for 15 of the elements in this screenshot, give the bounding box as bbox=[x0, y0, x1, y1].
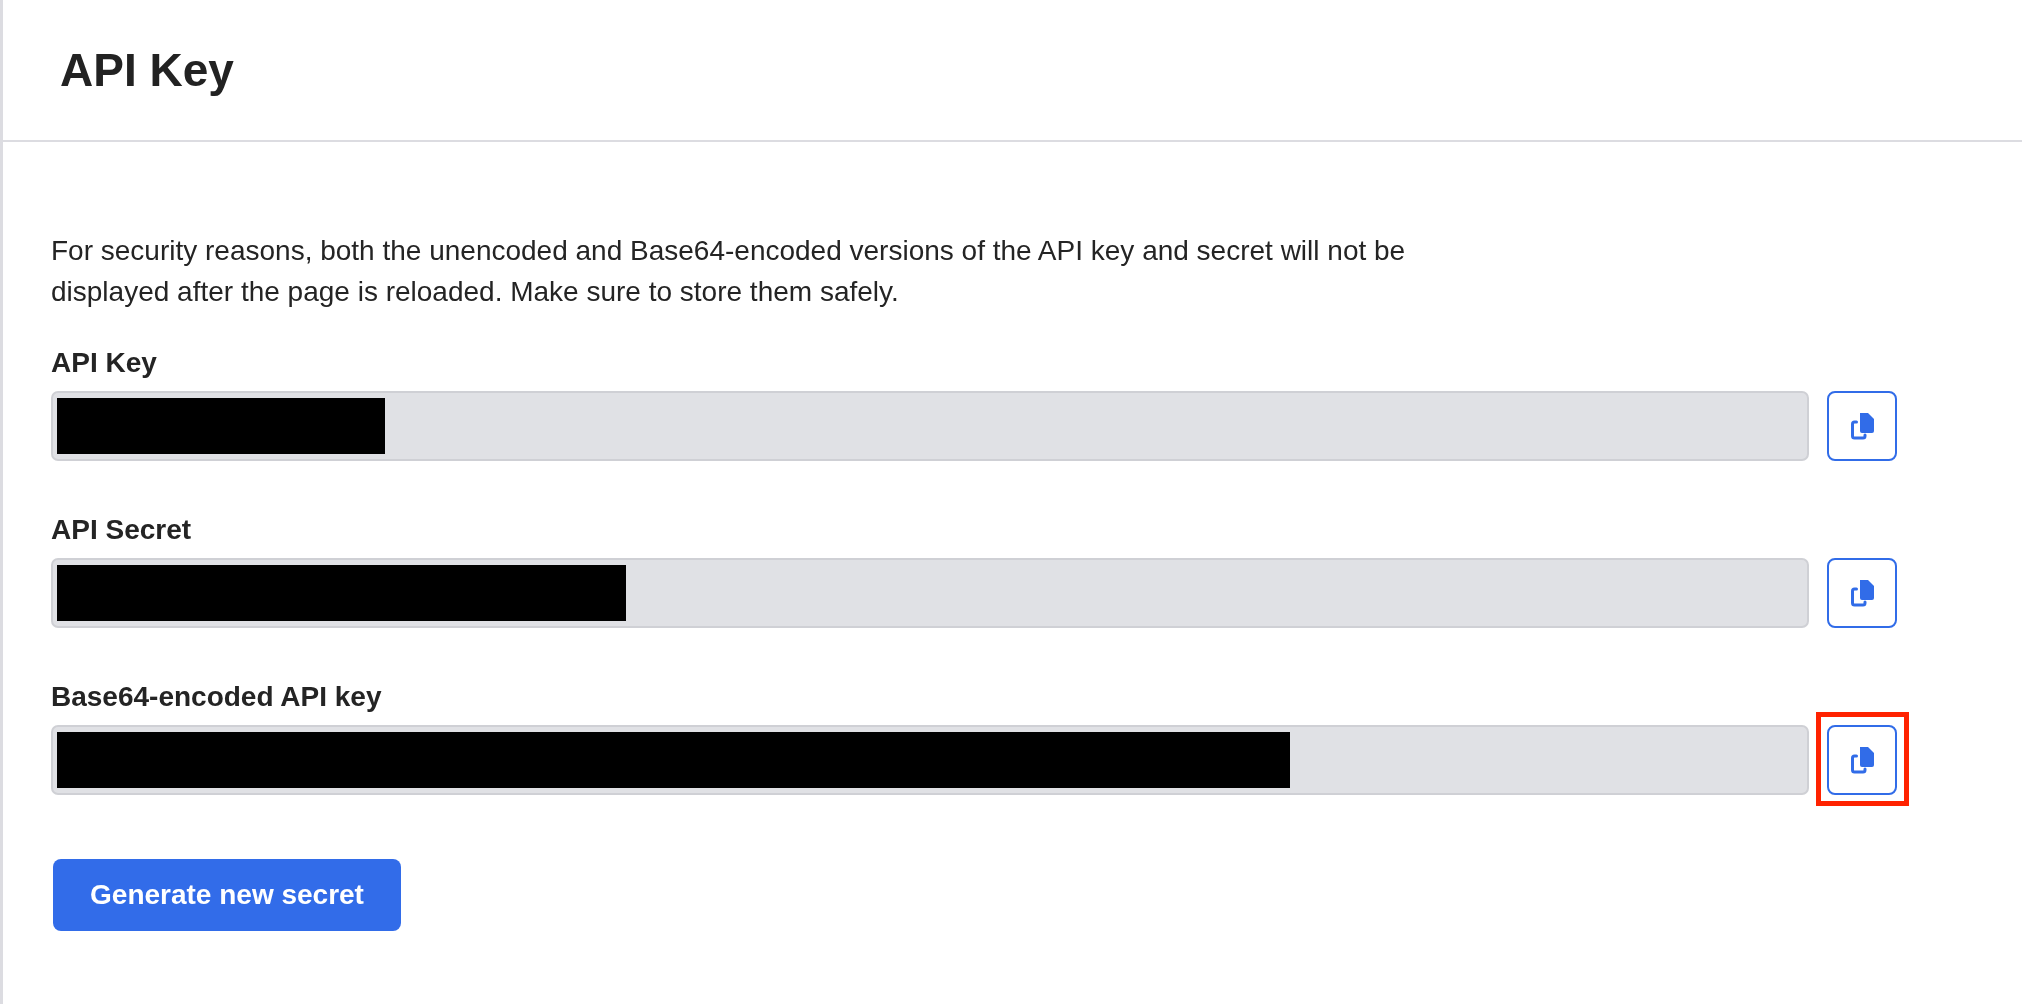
copy-icon bbox=[1849, 579, 1875, 607]
copy-button[interactable] bbox=[1827, 558, 1897, 628]
field-label: Base64-encoded API key bbox=[51, 680, 382, 714]
copy-icon bbox=[1849, 412, 1875, 440]
copy-icon bbox=[1849, 746, 1875, 774]
readonly-field[interactable] bbox=[51, 725, 1809, 795]
readonly-field[interactable] bbox=[51, 558, 1809, 628]
field-label: API Key bbox=[51, 346, 157, 380]
page-title: API Key bbox=[60, 43, 234, 98]
copy-button[interactable] bbox=[1827, 725, 1897, 795]
security-notice: For security reasons, both the unencoded and Base64-encoded versions of the API key and secret will not be displayed after the page is reloaded. Make sure to store them safely. bbox=[51, 234, 1407, 309]
copy-button[interactable] bbox=[1827, 391, 1897, 461]
readonly-field[interactable] bbox=[51, 391, 1809, 461]
generate-secret-button[interactable]: Generate new secret bbox=[53, 859, 401, 931]
field-label: API Secret bbox=[51, 513, 192, 547]
